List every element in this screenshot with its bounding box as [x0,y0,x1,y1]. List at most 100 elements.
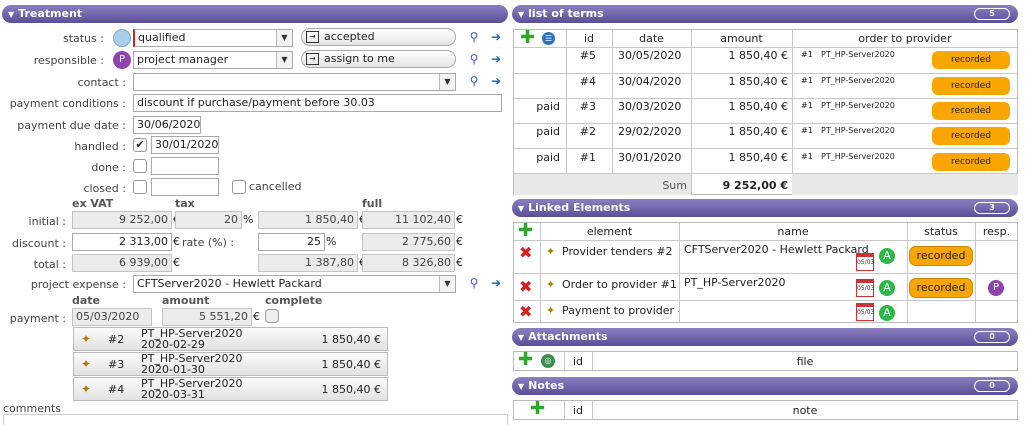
contact-select[interactable]: ▼ [133,73,456,91]
attachments-table: ✚ ◎ id file [513,349,1018,371]
initial-tax-field: 1 850,40 [258,211,358,229]
linked-element[interactable]: Provider tenders #2 [562,245,673,258]
closed-label: closed : [83,182,126,195]
accepted-label: accepted [324,30,375,43]
terms-table: ✚ ☰ id date amount order to provider #5 … [513,27,1018,195]
payment-due-input[interactable]: 30/06/2020 [133,116,201,134]
linked-element-header: element [586,225,633,238]
term-id: #3 [579,100,596,113]
payment-label: payment : [9,312,66,325]
discount-label: discount : [11,237,66,250]
linked-status-badge: recorded [909,278,973,298]
assign-to-me-button[interactable]: → assign to me [301,50,456,68]
attachments-file-header: file [796,355,814,368]
payment-date: 2020-01-30 [141,363,205,376]
total-label: total : [33,258,66,271]
calendar-icon: 05/03 [856,303,874,321]
assign-label: assign to me [324,52,395,65]
linked-count-badge: 3 [974,202,1010,214]
discount-exvat-input[interactable]: 2 313,00 [72,233,172,251]
handled-date-input[interactable]: 30/01/2020 [151,136,219,154]
term-status-badge: recorded [932,127,1010,145]
payment-amount-header: amount [162,294,210,307]
contact-label: contact : [77,76,126,89]
done-checkbox[interactable] [133,159,147,173]
term-order-name: PT_HP-Server2020 [821,126,895,135]
done-date-input[interactable] [151,157,219,175]
linked-element[interactable]: Payment to provider # [562,304,679,317]
search-icon[interactable]: ⚲ [466,30,482,44]
term-id: #1 [579,151,596,164]
goto-arrow-icon[interactable]: ➔ [488,52,504,66]
collapse-arrow-icon: ▼ [518,204,525,213]
payment-id: #4 [108,383,125,396]
search-icon[interactable]: ⚲ [466,52,482,66]
add-note-icon[interactable]: ✚ [530,398,545,419]
add-attachment-icon[interactable]: ✚ [518,349,533,370]
sum-value: 9 252,00 € [722,179,788,192]
project-expense-select[interactable]: CFTServer2020 - Hewlett Packard ▼ [133,275,456,293]
approved-badge: A [879,305,895,321]
handled-checkbox[interactable]: ✔ [133,138,147,152]
euro-sign: € [456,235,463,248]
cancelled-checkbox[interactable] [232,180,246,194]
terms-section-header[interactable]: ▼ list of terms 5 [512,5,1018,23]
payment-row[interactable]: ✦ #4 PT_HP-Server2020 2020-03-31 1 850,4… [73,377,388,401]
accepted-button[interactable]: → accepted [301,28,456,46]
linked-element[interactable]: Order to provider #1 [562,278,677,291]
payment-complete-checkbox[interactable] [265,309,279,323]
term-date: 30/05/2020 [618,49,682,62]
remove-link-icon[interactable]: ✖ [519,243,532,262]
rate-input[interactable]: 25 [258,233,325,251]
closed-checkbox[interactable] [133,180,147,194]
payment-amount: 1 850,40 € [321,358,381,371]
status-value: qualified [138,31,186,44]
goto-arrow-icon[interactable]: ➔ [488,276,504,290]
exvat-header: ex VAT [72,197,114,210]
status-select[interactable]: qualified ▼ [133,29,293,47]
euro-sign: € [456,256,463,269]
term-order-name: PT_HP-Server2020 [821,152,895,161]
total-exvat-field: 6 939,00 [72,254,172,272]
linked-section-header[interactable]: ▼ Linked Elements 3 [512,199,1018,217]
remove-link-icon[interactable]: ✖ [519,277,532,296]
search-icon[interactable]: ⚲ [466,276,482,290]
closed-date-input[interactable] [151,178,219,196]
term-id: #4 [579,75,596,88]
total-tax-field: 1 387,80 [258,254,358,272]
search-icon[interactable]: ⚲ [466,74,482,88]
initial-rate-field: 20 [175,211,242,229]
remove-link-icon[interactable]: ✖ [519,302,532,321]
term-status-badge: recorded [932,77,1010,95]
notes-note-header: note [792,404,818,417]
responsible-select[interactable]: project manager ▼ [133,51,293,69]
approved-badge: A [879,280,895,296]
total-full-field: 8 326,80 [362,254,455,272]
link-globe-icon[interactable]: ◎ [541,354,555,368]
goto-arrow-icon[interactable]: ➔ [488,74,504,88]
term-order-id: #1 [801,152,813,161]
payment-row[interactable]: ✦ #3 PT_HP-Server2020 2020-01-30 1 850,4… [73,352,388,376]
treatment-title: Treatment [18,7,83,20]
linked-status-badge: recorded [909,246,973,266]
sum-row-bg [792,174,1018,195]
terms-order-header: order to provider [858,32,952,45]
linked-table: ✚ element name status resp. ✖ ✦ Provider… [513,220,1018,323]
payment-row[interactable]: ✦ #2 PT_HP-Server2020 2020-02-29 1 850,4… [73,327,388,351]
attachments-section-header[interactable]: ▼ Attachments 0 [512,328,1018,346]
comments-textarea[interactable] [3,414,508,425]
list-options-icon[interactable]: ☰ [542,32,555,45]
notes-table: ✚ id note [513,398,1018,420]
discount-full-field: 2 775,60 [362,233,455,251]
percent-sign: % [326,235,337,248]
notes-section-header[interactable]: ▼ Notes 0 [512,377,1018,395]
payment-conditions-input[interactable]: discount if purchase/payment before 30.0… [133,94,502,112]
dropdown-arrow-icon: ▼ [439,276,455,292]
term-amount: 1 850,40 € [728,151,788,164]
add-link-icon[interactable]: ✚ [518,220,533,241]
payment-icon: ✦ [81,357,92,371]
goto-arrow-icon[interactable]: ➔ [488,30,504,44]
rate-label: rate (%) : [182,236,235,249]
add-term-icon[interactable]: ✚ [520,27,535,48]
treatment-section-header[interactable]: ▼ Treatment [2,5,508,23]
